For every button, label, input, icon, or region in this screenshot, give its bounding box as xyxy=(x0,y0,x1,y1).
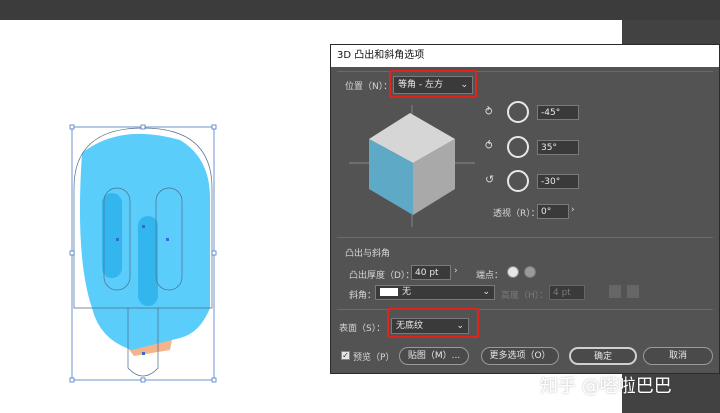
cap-label: 端点： xyxy=(476,271,504,281)
height-input[interactable]: 4 pt xyxy=(549,285,585,300)
popsicle-artwork[interactable] xyxy=(60,118,230,390)
preview-checkbox[interactable]: ✓ xyxy=(341,351,350,360)
position-label: 位置（N）： xyxy=(345,82,393,92)
map-art-button[interactable]: 贴图（M）... xyxy=(399,347,469,365)
extrude-bevel-dialog: 3D 凸出和斜角选项 位置（N）： 等角 - 左方 ⌄ ⥁ -45° ⥀ 35°… xyxy=(330,44,720,374)
rotate-x-icon: ⥁ xyxy=(485,105,493,118)
rotate-y-input[interactable]: 35° xyxy=(537,140,579,155)
rotate-y-dial[interactable] xyxy=(507,136,529,158)
extrude-depth-label: 凸出厚度（D）： xyxy=(349,271,415,281)
bevel-label: 斜角： xyxy=(349,291,377,301)
position-highlight xyxy=(389,70,477,98)
bevel-value: 无 xyxy=(402,287,412,297)
surface-label: 表面（S）： xyxy=(339,324,386,334)
height-label: 高度（H）： xyxy=(501,291,549,301)
chevron-right-icon[interactable]: › xyxy=(571,205,575,215)
cap-off-icon[interactable] xyxy=(524,266,536,278)
bevel-out-icon[interactable] xyxy=(609,285,621,298)
popsicle-groove-left xyxy=(102,193,122,278)
extrude-depth-input[interactable]: 40 pt xyxy=(411,265,451,280)
bevel-dropdown[interactable]: 无 ⌄ xyxy=(375,285,495,300)
rotate-x-input[interactable]: -45° xyxy=(537,105,579,120)
ok-button[interactable]: 确定 xyxy=(569,347,637,365)
perspective-label: 透视（R）： xyxy=(493,209,540,219)
dialog-title[interactable]: 3D 凸出和斜角选项 xyxy=(331,45,719,67)
chevron-down-icon: ⌄ xyxy=(482,287,490,297)
surface-highlight xyxy=(387,308,479,338)
extrude-section-title: 凸出与斜角 xyxy=(345,249,391,259)
popsicle-groove-mid xyxy=(138,216,158,306)
rotate-z-icon: ↺ xyxy=(485,173,495,186)
rotate-x-dial[interactable] xyxy=(507,101,529,123)
bevel-in-icon[interactable] xyxy=(627,285,639,298)
track-cube-preview[interactable] xyxy=(349,105,475,227)
top-strip xyxy=(0,0,720,20)
cap-on-icon[interactable] xyxy=(507,266,519,278)
cancel-button[interactable]: 取消 xyxy=(643,347,713,365)
perspective-input[interactable]: 0° xyxy=(537,204,569,219)
watermark: 知乎 @嗒啦巴巴 xyxy=(540,376,672,397)
preview-label: 预览（P） xyxy=(353,353,395,363)
rotate-z-dial[interactable] xyxy=(507,170,529,192)
more-options-button[interactable]: 更多选项（O） xyxy=(481,347,559,365)
rotate-z-input[interactable]: -30° xyxy=(537,174,579,189)
bevel-swatch xyxy=(380,287,398,296)
rotate-y-icon: ⥀ xyxy=(485,139,493,152)
chevron-right-icon[interactable]: › xyxy=(454,266,458,276)
